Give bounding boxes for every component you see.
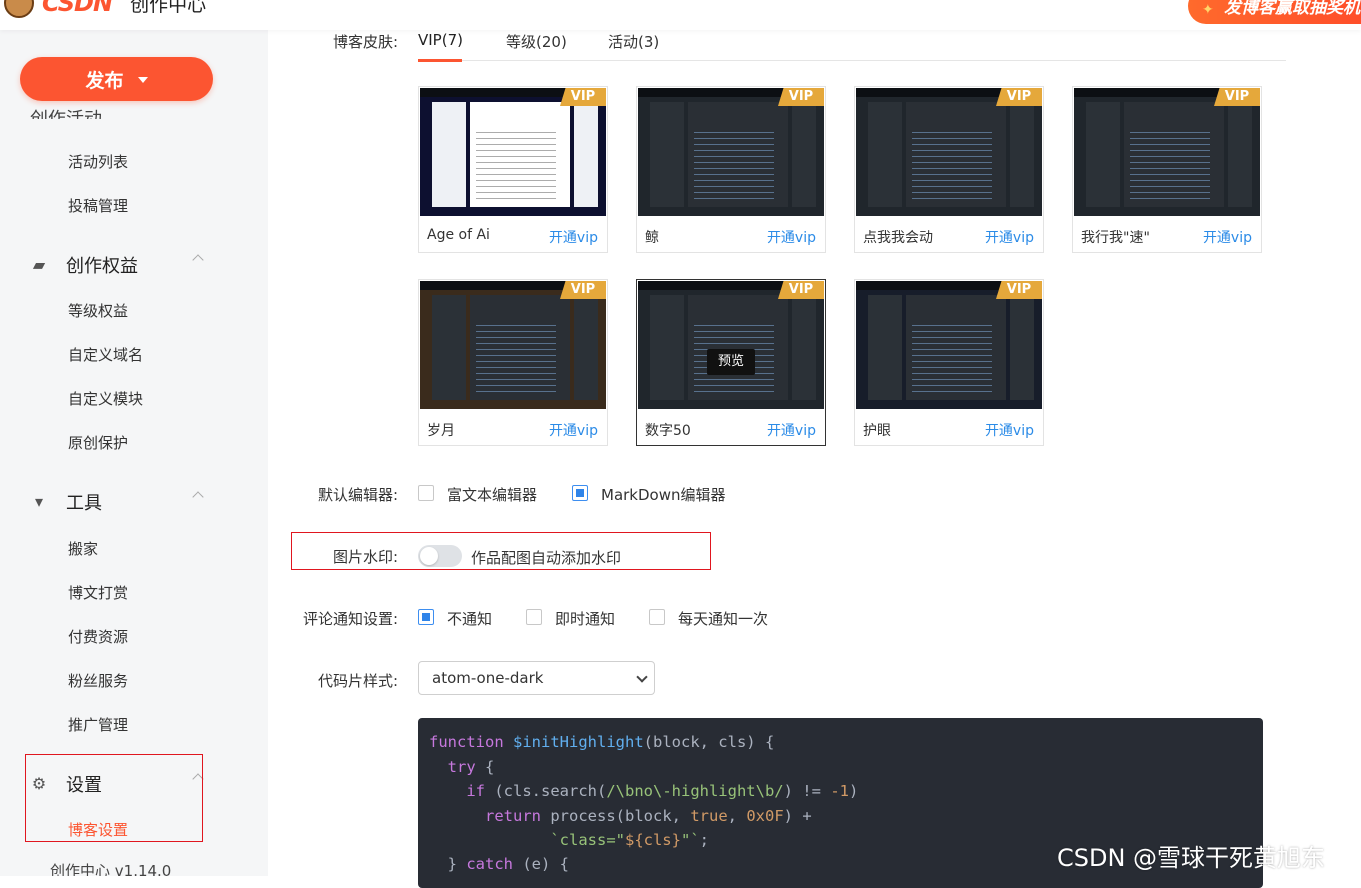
- skin-card[interactable]: VIP 岁月 开通vip: [418, 279, 608, 446]
- watermark-toggle[interactable]: [418, 545, 462, 567]
- skin-thumbnail: 预览: [638, 281, 824, 409]
- open-vip-link[interactable]: 开通vip: [985, 420, 1034, 440]
- vip-badge: VIP: [560, 88, 606, 106]
- version-text: 创作中心 v1.14.0: [50, 862, 172, 876]
- vip-badge: VIP: [778, 88, 824, 106]
- brand-name: CSDN: [42, 0, 113, 17]
- page-watermark: CSDN @雪球干死黄旭东: [1057, 844, 1326, 872]
- open-vip-link[interactable]: 开通vip: [549, 227, 598, 247]
- no-notify-label: 不通知: [447, 610, 493, 628]
- daily-notify-checkbox[interactable]: [649, 609, 665, 625]
- markdown-option-label: MarkDown编辑器: [601, 486, 726, 504]
- caret-down-icon: [137, 77, 148, 83]
- skin-name: 护眼: [863, 423, 891, 439]
- sidebar: 创作活动 发布 活动列表 投稿管理 ▰ 创作权益 等级权益 自定义域名 自定义模…: [0, 30, 268, 876]
- spark-icon: ✦: [1202, 2, 1214, 18]
- tab-divider: [418, 60, 1286, 61]
- skin-name: 我行我"速": [1081, 230, 1150, 246]
- sidebar-item-activity-list[interactable]: 活动列表: [68, 151, 128, 172]
- instant-notify-checkbox[interactable]: [526, 609, 542, 625]
- vip-badge: VIP: [778, 281, 824, 299]
- sidebar-item-promotion[interactable]: 推广管理: [68, 714, 128, 735]
- publish-button[interactable]: 发布: [20, 57, 213, 101]
- wallet-icon: ▰: [32, 255, 46, 274]
- rich-text-checkbox[interactable]: [418, 485, 434, 501]
- watermark-label: 图片水印:: [332, 548, 398, 566]
- vip-badge: VIP: [1214, 88, 1260, 106]
- promo-text: 发博客赢取抽奖机会: [1224, 0, 1361, 18]
- sidebar-item-custom-module[interactable]: 自定义模块: [68, 388, 143, 409]
- open-vip-link[interactable]: 开通vip: [985, 227, 1034, 247]
- sidebar-item-fan-service[interactable]: 粉丝服务: [68, 670, 128, 691]
- skin-card[interactable]: VIP 我行我"速" 开通vip: [1072, 86, 1262, 253]
- vip-badge: VIP: [996, 281, 1042, 299]
- chevron-down-icon: [636, 671, 648, 683]
- skin-thumbnail: [856, 281, 1042, 409]
- toggle-knob: [420, 547, 438, 565]
- instant-notify-label: 即时通知: [555, 610, 616, 628]
- tab-level[interactable]: 等级(20): [506, 31, 567, 52]
- skin-name: Age of Ai: [427, 227, 490, 243]
- skin-card[interactable]: VIP Age of Ai 开通vip: [418, 86, 608, 253]
- open-vip-link[interactable]: 开通vip: [767, 420, 816, 440]
- sidebar-item-original-protection[interactable]: 原创保护: [68, 432, 128, 453]
- sidebar-item-migrate[interactable]: 搬家: [68, 538, 98, 559]
- skin-thumbnail: [1074, 88, 1260, 216]
- vip-badge: VIP: [996, 88, 1042, 106]
- top-header: CSDN 创作中心 ✦ 发博客赢取抽奖机会: [0, 0, 1361, 30]
- skin-name: 数字50: [645, 423, 691, 439]
- no-notify-checkbox[interactable]: [418, 609, 434, 625]
- sidebar-item-paid-resources[interactable]: 付费资源: [68, 626, 128, 647]
- skin-name: 岁月: [427, 423, 455, 439]
- sidebar-group-tools[interactable]: ▾ 工具: [30, 489, 204, 515]
- comment-notify-label: 评论通知设置:: [302, 610, 398, 628]
- open-vip-link[interactable]: 开通vip: [1203, 227, 1252, 247]
- skin-card[interactable]: VIP 护眼 开通vip: [854, 279, 1044, 446]
- sidebar-item-reward[interactable]: 博文打赏: [68, 582, 128, 603]
- tab-vip[interactable]: VIP(7): [418, 31, 463, 49]
- open-vip-link[interactable]: 开通vip: [767, 227, 816, 247]
- code-style-label: 代码片样式:: [317, 672, 398, 690]
- skin-name: 鲸: [645, 230, 659, 246]
- chevron-up-icon: [192, 254, 204, 266]
- brush-icon: ▾: [34, 492, 44, 511]
- sidebar-item-custom-domain[interactable]: 自定义域名: [68, 344, 143, 365]
- skin-name: 点我我会动: [863, 230, 933, 246]
- sidebar-group-rights[interactable]: ▰ 创作权益: [30, 252, 204, 278]
- skin-card[interactable]: VIP 点我我会动 开通vip: [854, 86, 1044, 253]
- vip-badge: VIP: [560, 281, 606, 299]
- skin-thumbnail: [638, 88, 824, 216]
- watermark-toggle-text: 作品配图自动添加水印: [471, 549, 622, 567]
- code-style-select[interactable]: atom-one-dark: [418, 661, 655, 695]
- sidebar-item-level-rights[interactable]: 等级权益: [68, 300, 128, 321]
- centre-title: 创作中心: [130, 0, 207, 16]
- promo-banner[interactable]: ✦ 发博客赢取抽奖机会: [1188, 0, 1361, 24]
- tab-activity[interactable]: 活动(3): [608, 31, 659, 52]
- skin-thumbnail: [856, 88, 1042, 216]
- mascot-icon: [4, 0, 34, 18]
- markdown-checkbox[interactable]: [572, 485, 588, 501]
- main-content: 博客皮肤: VIP(7) 等级(20) 活动(3) VIP Age of Ai …: [268, 0, 1361, 888]
- tab-active-indicator: [418, 59, 462, 62]
- highlight-box-settings: [25, 754, 203, 842]
- sidebar-item-submissions[interactable]: 投稿管理: [68, 195, 128, 216]
- preview-button[interactable]: 预览: [707, 349, 755, 375]
- sidebar-group-activities[interactable]: 创作活动: [30, 105, 102, 119]
- skins-label: 博客皮肤:: [332, 33, 398, 51]
- skin-thumbnail: [420, 281, 606, 409]
- skin-card[interactable]: VIP 鲸 开通vip: [636, 86, 826, 253]
- skin-card[interactable]: 预览 VIP 数字50 开通vip: [636, 279, 826, 446]
- skin-thumbnail: [420, 88, 606, 216]
- rich-text-option-label: 富文本编辑器: [447, 486, 538, 504]
- open-vip-link[interactable]: 开通vip: [549, 420, 598, 440]
- chevron-up-icon: [192, 491, 204, 503]
- logo[interactable]: CSDN 创作中心: [4, 0, 206, 18]
- editor-label: 默认编辑器:: [317, 486, 398, 504]
- daily-notify-label: 每天通知一次: [678, 610, 769, 628]
